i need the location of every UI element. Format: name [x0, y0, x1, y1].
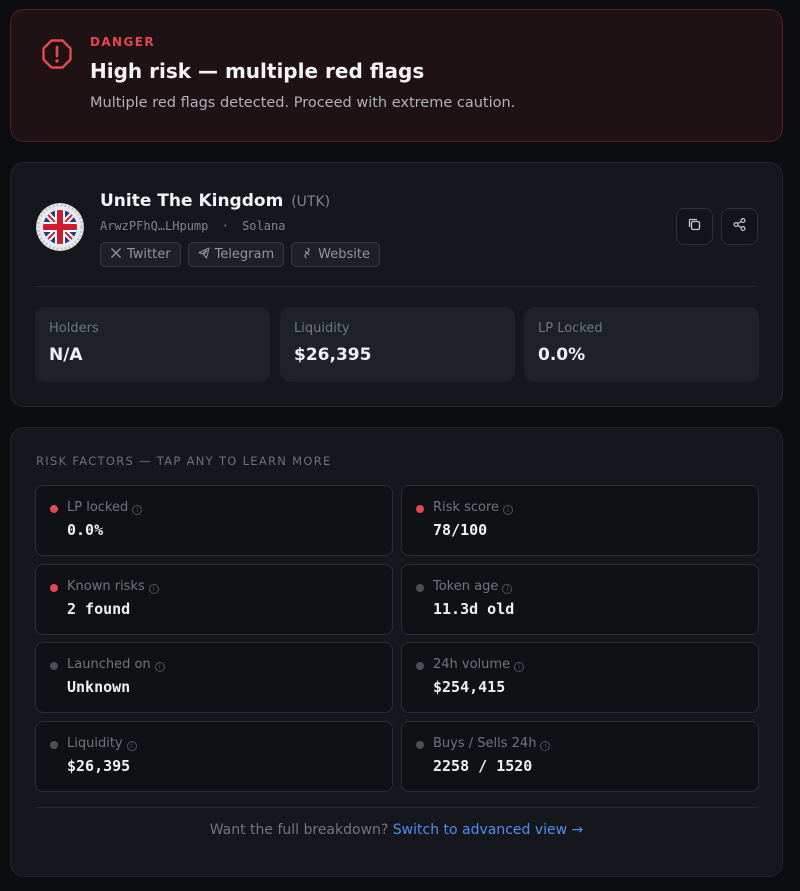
stat-liquidity: Liquidity $26,395: [280, 307, 515, 382]
danger-tag: DANGER: [90, 35, 155, 49]
advanced-view-link[interactable]: Switch to advanced view →: [393, 822, 584, 838]
address-separator: ·: [221, 219, 229, 233]
status-dot: [416, 584, 424, 592]
factor-value: $26,395: [67, 757, 131, 775]
token-address-row: ArwzPFhQ…LHpump · Solana: [100, 219, 285, 233]
alert-octagon-icon: [41, 38, 73, 70]
risk-factor-token-age[interactable]: Token age i 11.3d old: [401, 564, 759, 635]
danger-title: High risk — multiple red flags: [90, 59, 425, 83]
factor-label: Token age i: [433, 579, 513, 594]
globe-icon: [301, 246, 313, 263]
factor-label: LP locked i: [67, 500, 143, 515]
website-link[interactable]: Website: [291, 242, 380, 267]
info-icon: i: [148, 584, 159, 594]
factor-label: 24h volume i: [433, 657, 525, 672]
x-icon: [110, 247, 122, 263]
social-links: Twitter Telegram Website: [100, 242, 380, 267]
status-dot: [50, 584, 58, 592]
factor-value: 78/100: [433, 521, 488, 539]
telegram-link-label: Telegram: [214, 247, 275, 262]
token-card: Unite The Kingdom (UTK) ArwzPFhQ…LHpump …: [10, 162, 783, 407]
card-divider: [36, 286, 758, 287]
risk-factor-lp-locked[interactable]: LP locked i 0.0%: [35, 485, 393, 556]
info-icon: i: [502, 584, 513, 594]
status-dot: [50, 505, 58, 513]
share-icon: [732, 217, 747, 236]
stat-lp-locked: LP Locked 0.0%: [524, 307, 759, 382]
info-icon: i: [154, 662, 165, 672]
token-name: Unite The Kingdom: [100, 191, 284, 211]
stat-label: Liquidity: [294, 321, 350, 336]
stat-label: LP Locked: [538, 321, 603, 336]
status-dot: [50, 662, 58, 670]
telegram-icon: [198, 246, 210, 263]
factor-value: Unknown: [67, 678, 131, 696]
risk-factor-launched-on[interactable]: Launched on i Unknown: [35, 642, 393, 713]
risk-divider: [36, 807, 758, 808]
factor-label: Risk score i: [433, 500, 514, 515]
factor-value: 0.0%: [67, 521, 104, 539]
token-name-row: Unite The Kingdom (UTK): [100, 191, 330, 211]
info-icon: i: [540, 741, 551, 751]
telegram-link[interactable]: Telegram: [187, 242, 285, 267]
stat-label: Holders: [49, 321, 99, 336]
stat-value: N/A: [49, 345, 83, 365]
footer-text: Want the full breakdown?: [209, 822, 389, 838]
risk-factors-heading: RISK FACTORS — TAP ANY TO LEARN MORE: [36, 454, 332, 468]
factor-label: Known risks i: [67, 579, 159, 594]
token-symbol: (UTK): [291, 194, 331, 210]
risk-factor-buys-sells[interactable]: Buys / Sells 24h i 2258 / 1520: [401, 721, 759, 792]
token-address[interactable]: ArwzPFhQ…LHpump: [100, 219, 208, 233]
risk-factor-24h-volume[interactable]: 24h volume i $254,415: [401, 642, 759, 713]
factor-label: Buys / Sells 24h i: [433, 736, 551, 751]
factor-label: Launched on i: [67, 657, 165, 672]
danger-description: Multiple red flags detected. Proceed wit…: [90, 95, 516, 111]
info-icon: i: [126, 741, 137, 751]
twitter-link-label: Twitter: [127, 247, 171, 262]
info-icon: i: [514, 662, 525, 672]
danger-banner: DANGER High risk — multiple red flags Mu…: [10, 9, 783, 142]
twitter-link[interactable]: Twitter: [100, 242, 181, 267]
advanced-view-prompt: Want the full breakdown? Switch to advan…: [11, 822, 782, 838]
risk-factor-known-risks[interactable]: Known risks i 2 found: [35, 564, 393, 635]
info-icon: i: [132, 505, 143, 515]
factor-value: $254,415: [433, 678, 506, 696]
factor-value: 2258 / 1520: [433, 757, 533, 775]
copy-button[interactable]: [676, 208, 713, 245]
risk-factor-liquidity[interactable]: Liquidity i $26,395: [35, 721, 393, 792]
website-link-label: Website: [318, 247, 370, 262]
stat-value: $26,395: [294, 345, 372, 365]
risk-factor-risk-score[interactable]: Risk score i 78/100: [401, 485, 759, 556]
factor-value: 2 found: [67, 600, 131, 618]
stat-value: 0.0%: [538, 345, 586, 365]
token-avatar: [36, 203, 84, 251]
status-dot: [416, 505, 424, 513]
risk-factors-card: RISK FACTORS — TAP ANY TO LEARN MORE LP …: [10, 427, 783, 877]
token-chain: Solana: [242, 219, 286, 233]
status-dot: [416, 741, 424, 749]
status-dot: [50, 741, 58, 749]
copy-icon: [687, 217, 702, 236]
factor-label: Liquidity i: [67, 736, 137, 751]
status-dot: [416, 662, 424, 670]
info-icon: i: [503, 505, 514, 515]
stat-holders: Holders N/A: [35, 307, 270, 382]
factor-value: 11.3d old: [433, 600, 515, 618]
share-button[interactable]: [721, 208, 758, 245]
